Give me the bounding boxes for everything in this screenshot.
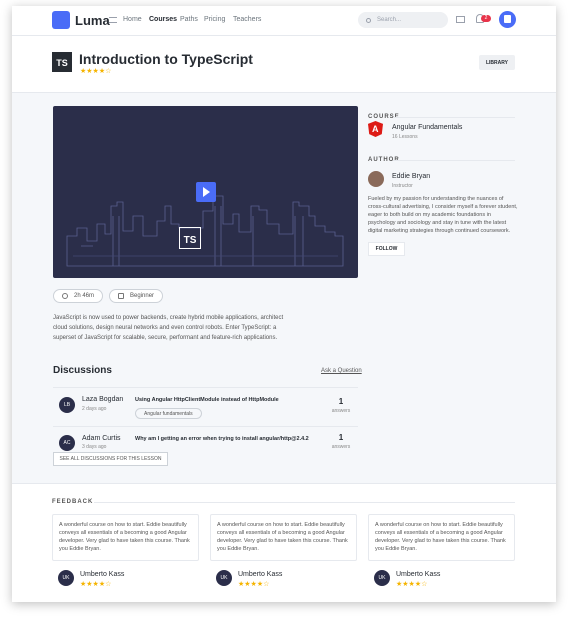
course-header: TS Introduction to TypeScript ★★★★☆ LIBR…: [12, 36, 556, 93]
answer-count: 1: [338, 433, 344, 442]
course-meta-pills: 2h 46m Beginner: [53, 289, 169, 303]
author-role: Instructor: [392, 183, 413, 189]
discussion-author[interactable]: Laza Bogdan: [82, 396, 123, 403]
answer-count: 1: [338, 397, 344, 406]
typescript-icon: TS: [52, 52, 72, 72]
mail-icon[interactable]: [456, 16, 465, 23]
related-course-lessons: 16 Lessons: [392, 134, 418, 140]
feedback-heading: FEEDBACK: [52, 499, 94, 505]
author-bio: Fueled by my passion for understanding t…: [368, 196, 518, 234]
discussion-question[interactable]: Why am I getting an error when trying to…: [135, 436, 309, 442]
discussion-author[interactable]: Adam Curtis: [82, 435, 121, 442]
feedback-card: A wonderful course on how to start. Eddi…: [52, 514, 199, 561]
divider: [94, 502, 515, 503]
luma-logo-icon[interactable]: [52, 11, 70, 29]
course-description: JavaScript is now used to power backends…: [53, 315, 284, 341]
notification-badge: 2: [481, 15, 491, 22]
reviewer-rating-stars: ★★★★☆: [238, 581, 270, 588]
divider: [393, 160, 515, 161]
ask-question-link[interactable]: Ask a Question: [321, 368, 362, 374]
discussion-row[interactable]: LB Laza Bogdan 2 days ago Using Angular …: [53, 391, 358, 425]
avatar: UK: [374, 570, 390, 586]
play-button[interactable]: [196, 182, 216, 202]
follow-button[interactable]: FOLLOW: [368, 242, 405, 256]
reviewer-rating-stars: ★★★★☆: [396, 581, 428, 588]
author-avatar[interactable]: [368, 171, 384, 187]
divider: [53, 426, 358, 427]
brand-name[interactable]: Luma: [75, 13, 110, 28]
nav-link-home[interactable]: Home: [123, 16, 142, 23]
library-button[interactable]: LIBRARY: [479, 55, 515, 70]
page-title: Introduction to TypeScript: [79, 51, 253, 67]
level-pill: Beginner: [109, 289, 164, 303]
avatar: AC: [59, 435, 75, 451]
reviewer-rating-stars: ★★★★☆: [80, 581, 112, 588]
course-rating-stars: ★★★★☆: [80, 68, 112, 75]
app-window: Luma Home Courses Paths Pricing Teachers…: [12, 6, 556, 602]
discussion-time: 3 days ago: [82, 444, 107, 450]
discussion-time: 2 days ago: [82, 406, 107, 412]
nav-link-pricing[interactable]: Pricing: [204, 16, 225, 23]
feedback-section: FEEDBACK A wonderful course on how to st…: [12, 483, 556, 602]
discussion-question[interactable]: Using Angular HttpClientModule instead o…: [135, 397, 279, 403]
video-player[interactable]: TS: [53, 106, 358, 278]
duration-value: 2h 46m: [74, 293, 95, 299]
menu-toggle-icon[interactable]: [109, 17, 117, 23]
search-icon: [366, 17, 371, 23]
feedback-card: A wonderful course on how to start. Eddi…: [368, 514, 515, 561]
angular-icon: [368, 121, 383, 137]
level-value: Beginner: [130, 293, 155, 299]
see-all-discussions-button[interactable]: SEE ALL DISCUSSIONS FOR THIS LESSON: [53, 452, 168, 466]
user-avatar[interactable]: [499, 11, 516, 28]
reviewer-name[interactable]: Umberto Kass: [396, 571, 440, 578]
discussion-tag[interactable]: Angular fundamentals: [135, 408, 202, 419]
nav-link-courses[interactable]: Courses: [149, 16, 177, 23]
reviewer-name[interactable]: Umberto Kass: [80, 571, 124, 578]
avatar: UK: [216, 570, 232, 586]
answers-label: answers: [331, 408, 351, 414]
avatar: LB: [59, 397, 75, 413]
divider: [53, 387, 358, 388]
discussions-title: Discussions: [53, 365, 112, 376]
nav-link-teachers[interactable]: Teachers: [233, 16, 261, 23]
answers-label: answers: [331, 444, 351, 450]
typescript-logo: TS: [179, 227, 201, 249]
level-icon: [118, 293, 125, 299]
search-placeholder: Search...: [377, 17, 402, 23]
clock-icon: [62, 293, 68, 299]
avatar: UK: [58, 570, 74, 586]
divider: [393, 117, 515, 118]
reviewer-name[interactable]: Umberto Kass: [238, 571, 282, 578]
feedback-card: A wonderful course on how to start. Eddi…: [210, 514, 357, 561]
nav-link-paths[interactable]: Paths: [180, 16, 198, 23]
top-navbar: Luma Home Courses Paths Pricing Teachers…: [12, 6, 556, 36]
author-name[interactable]: Eddie Bryan: [392, 173, 430, 180]
search-input[interactable]: Search...: [358, 12, 448, 28]
main-content: TS 2h 46m Beginner JavaScript is now use…: [12, 93, 556, 483]
related-course-name[interactable]: Angular Fundamentals: [392, 124, 462, 131]
duration-pill: 2h 46m: [53, 289, 104, 303]
